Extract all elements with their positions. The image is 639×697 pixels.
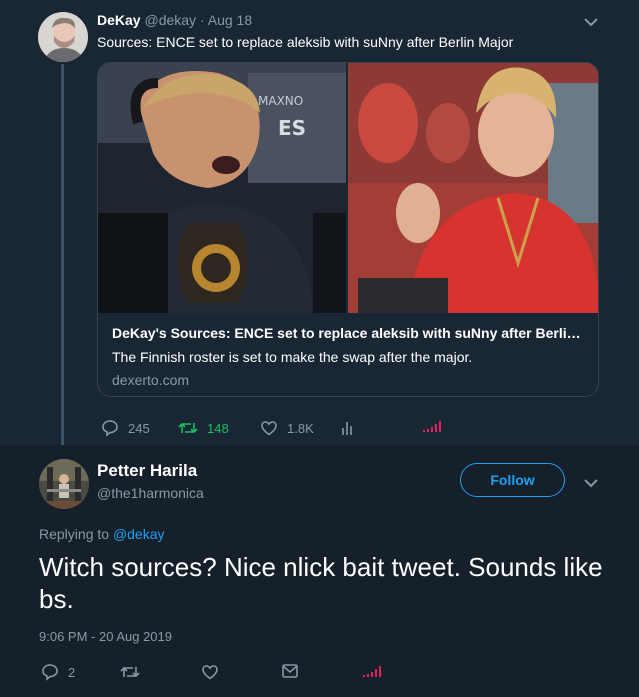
- like-count: 1.8K: [287, 420, 314, 436]
- retweet-action[interactable]: 148: [178, 419, 229, 437]
- reply-action[interactable]: 245: [101, 419, 150, 437]
- retweet-action[interactable]: [120, 663, 149, 681]
- chevron-down-icon[interactable]: [581, 14, 601, 30]
- retweet-icon: [120, 663, 149, 681]
- card-description: The Finnish roster is set to make the sw…: [112, 349, 473, 365]
- reply-tweet[interactable]: Petter Harila @the1harmonica Follow Repl…: [0, 445, 639, 697]
- like-icon: [201, 663, 228, 681]
- signal-indicator: [422, 421, 451, 433]
- replying-prefix: Replying to: [39, 526, 110, 542]
- reply-timestamp[interactable]: 9:06 PM - 20 Aug 2019: [39, 629, 172, 644]
- reply-author-handle[interactable]: @the1harmonica: [97, 485, 204, 501]
- author-name[interactable]: DeKay: [97, 12, 141, 28]
- reply-icon: [101, 419, 128, 437]
- like-icon: [260, 419, 287, 437]
- link-card[interactable]: MAXNO ES DeKay's Sources: ENCE set to re…: [97, 62, 599, 397]
- message-action[interactable]: [281, 663, 308, 679]
- follow-button[interactable]: Follow: [460, 463, 565, 497]
- analytics-icon: [341, 419, 364, 437]
- like-action[interactable]: [201, 663, 228, 681]
- card-body: DeKay's Sources: ENCE set to replace ale…: [98, 313, 598, 396]
- reply-count: 2: [68, 664, 76, 680]
- replying-to: Replying to @dekay: [39, 526, 165, 542]
- signal-indicator: [362, 666, 391, 678]
- svg-text:MAXNO: MAXNO: [258, 94, 303, 108]
- card-image-right: [348, 63, 598, 313]
- retweet-icon: [178, 419, 207, 437]
- analytics-action[interactable]: [341, 419, 364, 437]
- tweet-date[interactable]: Aug 18: [208, 12, 252, 28]
- reply-text: Witch sources? Nice nlick bait tweet. So…: [39, 552, 603, 614]
- retweet-count: 148: [207, 420, 229, 436]
- replying-mention[interactable]: @dekay: [113, 526, 165, 542]
- thread-line: [61, 64, 64, 452]
- tweet-text: Sources: ENCE set to replace aleksib wit…: [97, 34, 514, 50]
- chevron-down-icon[interactable]: [581, 475, 601, 491]
- author-handle[interactable]: @dekay: [144, 12, 196, 28]
- card-domain: dexerto.com: [112, 372, 190, 388]
- reply-count: 245: [128, 420, 150, 436]
- parent-tweet[interactable]: DeKay @dekay · Aug 18 Sources: ENCE set …: [0, 0, 639, 452]
- card-title[interactable]: DeKay's Sources: ENCE set to replace ale…: [112, 325, 588, 341]
- separator-dot: ·: [199, 12, 205, 28]
- signal-icon: [422, 421, 451, 433]
- like-action[interactable]: 1.8K: [260, 419, 314, 437]
- card-image-left: MAXNO ES: [98, 63, 346, 313]
- reply-action[interactable]: 2: [41, 663, 75, 681]
- reply-icon: [41, 663, 68, 681]
- tweet-header: DeKay @dekay · Aug 18: [97, 12, 252, 28]
- reply-author-avatar[interactable]: [39, 459, 89, 509]
- reply-author-name[interactable]: Petter Harila: [97, 461, 197, 481]
- author-avatar[interactable]: [38, 12, 88, 62]
- signal-icon: [362, 666, 391, 678]
- svg-text:ES: ES: [278, 116, 306, 140]
- message-icon: [281, 663, 308, 679]
